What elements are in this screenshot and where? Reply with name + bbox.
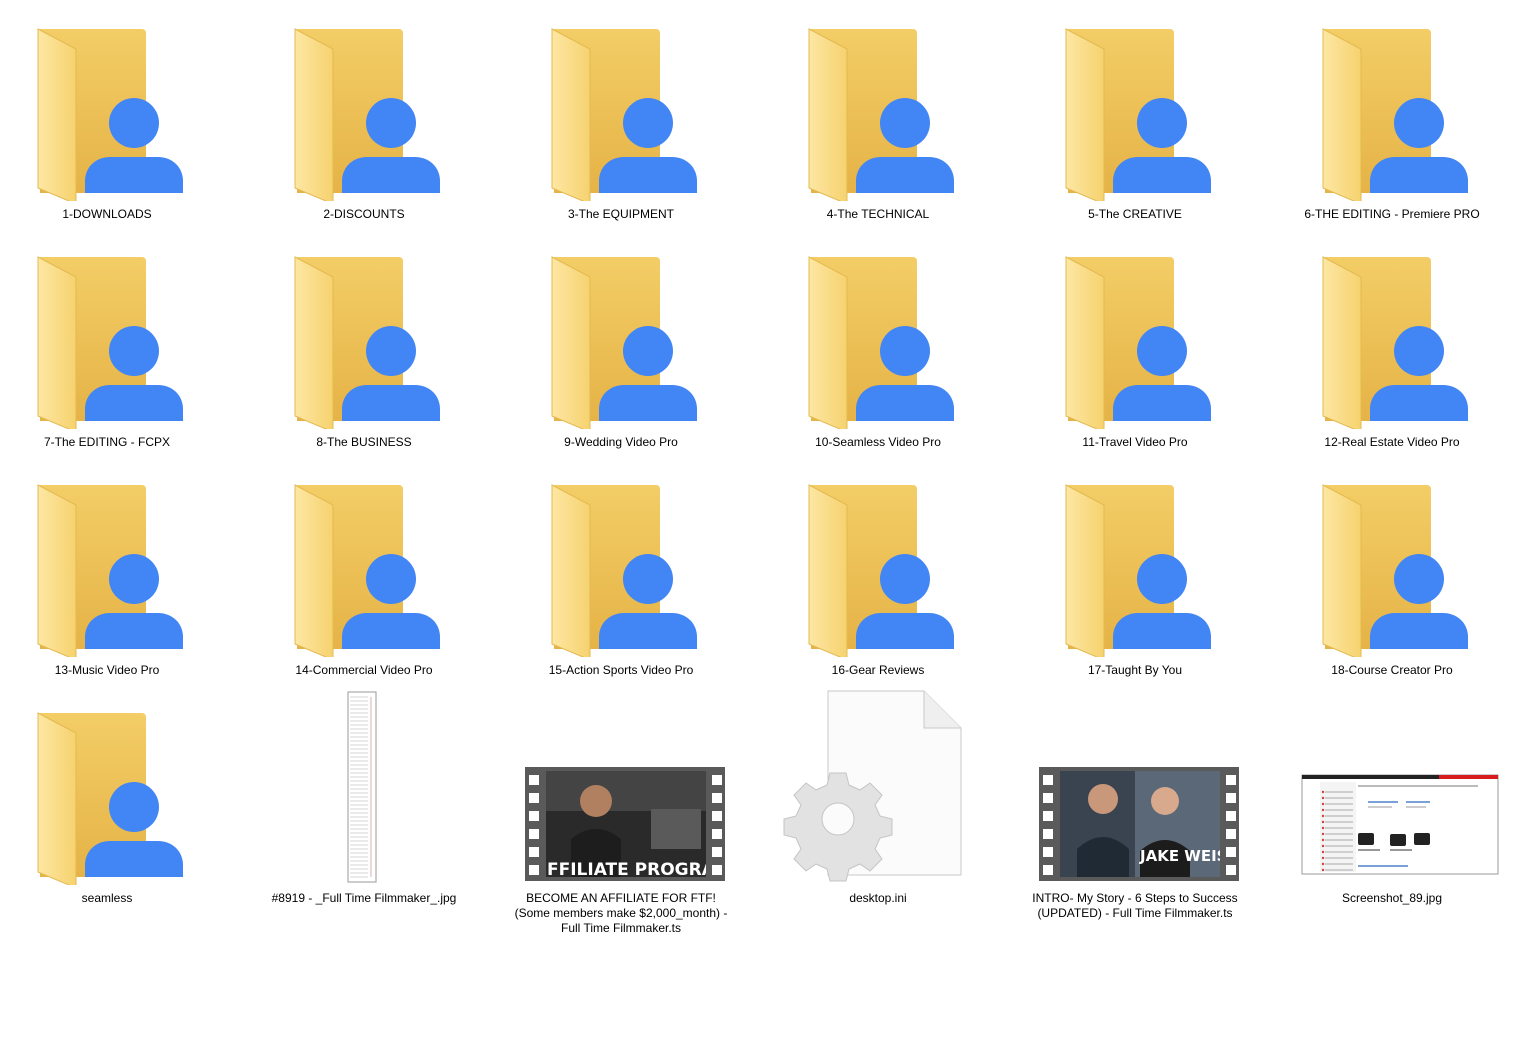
item-icon[interactable] <box>758 5 998 201</box>
item-label[interactable]: Screenshot_89.jpg <box>1282 891 1502 906</box>
item-label[interactable]: 2-DISCOUNTS <box>254 207 474 222</box>
item-icon[interactable] <box>244 5 484 201</box>
item-label[interactable]: 3-The EQUIPMENT <box>511 207 731 222</box>
item-icon[interactable] <box>0 689 227 885</box>
folder-item[interactable]: 14-Commercial Video Pro <box>244 461 484 689</box>
folder-user-icon <box>1065 256 1211 429</box>
folder-user-icon <box>808 28 954 201</box>
item-label[interactable]: 12-Real Estate Video Pro <box>1282 435 1502 450</box>
item-icon[interactable] <box>1015 461 1255 657</box>
screenshot-thumbnail-icon <box>1301 774 1499 875</box>
folder-item[interactable]: 5-The CREATIVE <box>1015 5 1255 233</box>
item-icon[interactable] <box>0 233 227 429</box>
item-icon[interactable] <box>1272 233 1512 429</box>
item-icon[interactable] <box>758 233 998 429</box>
folder-item[interactable]: 7-The EDITING - FCPX <box>0 233 227 461</box>
folder-user-icon <box>551 28 697 201</box>
file-item[interactable]: FFILIATE PROGRA BECOME AN AFFILIATE FOR … <box>501 689 741 935</box>
folder-item[interactable]: 15-Action Sports Video Pro <box>501 461 741 689</box>
folder-user-icon <box>37 712 183 885</box>
item-label[interactable]: seamless <box>0 891 217 906</box>
item-icon[interactable] <box>501 461 741 657</box>
folder-item[interactable]: 13-Music Video Pro <box>0 461 227 689</box>
item-label[interactable]: 16-Gear Reviews <box>768 663 988 678</box>
file-item[interactable]: desktop.ini <box>758 689 998 917</box>
item-label[interactable]: 9-Wedding Video Pro <box>511 435 731 450</box>
item-icon[interactable] <box>1272 689 1512 885</box>
item-icon[interactable] <box>501 5 741 201</box>
folder-item[interactable]: 10-Seamless Video Pro <box>758 233 998 461</box>
folder-user-icon <box>551 484 697 657</box>
item-icon[interactable] <box>244 689 484 885</box>
folder-user-icon <box>294 256 440 429</box>
item-icon[interactable]: FFILIATE PROGRA <box>501 689 741 885</box>
file-explorer-icon-grid: 1-DOWNLOADS 2-DISCOUNTS 3-The EQUIPMENT … <box>0 0 1530 1053</box>
folder-user-icon <box>808 484 954 657</box>
folder-item[interactable]: 8-The BUSINESS <box>244 233 484 461</box>
folder-item[interactable]: 3-The EQUIPMENT <box>501 5 741 233</box>
folder-item[interactable]: 6-THE EDITING - Premiere PRO <box>1272 5 1512 233</box>
folder-user-icon <box>1322 484 1468 657</box>
item-label[interactable]: INTRO- My Story - 6 Steps to Success (UP… <box>1025 891 1245 921</box>
item-label[interactable]: 4-The TECHNICAL <box>768 207 988 222</box>
item-label[interactable]: 8-The BUSINESS <box>254 435 474 450</box>
item-icon[interactable] <box>758 689 998 885</box>
item-icon[interactable] <box>244 461 484 657</box>
file-item[interactable]: JAKE WEISL INTRO- My Story - 6 Steps to … <box>1015 689 1255 920</box>
folder-user-icon <box>1065 484 1211 657</box>
folder-item[interactable]: 9-Wedding Video Pro <box>501 233 741 461</box>
folder-item[interactable]: 4-The TECHNICAL <box>758 5 998 233</box>
item-label[interactable]: 14-Commercial Video Pro <box>254 663 474 678</box>
folder-user-icon <box>294 484 440 657</box>
item-icon[interactable] <box>1015 233 1255 429</box>
item-label[interactable]: 7-The EDITING - FCPX <box>0 435 217 450</box>
file-item[interactable]: #8919 - _Full Time Filmmaker_.jpg <box>244 689 484 917</box>
item-label[interactable]: desktop.ini <box>768 891 988 906</box>
item-label[interactable]: #8919 - _Full Time Filmmaker_.jpg <box>254 891 474 906</box>
folder-user-icon <box>294 28 440 201</box>
folder-user-icon <box>1065 28 1211 201</box>
item-icon[interactable]: JAKE WEISL <box>1015 689 1255 885</box>
folder-item[interactable]: 17-Taught By You <box>1015 461 1255 689</box>
item-label[interactable]: 15-Action Sports Video Pro <box>511 663 731 678</box>
item-label[interactable]: BECOME AN AFFILIATE FOR FTF! (Some membe… <box>511 891 731 936</box>
item-icon[interactable] <box>1015 5 1255 201</box>
folder-item[interactable]: 18-Course Creator Pro <box>1272 461 1512 689</box>
item-icon[interactable] <box>1272 461 1512 657</box>
folder-user-icon <box>808 256 954 429</box>
folder-item[interactable]: 2-DISCOUNTS <box>244 5 484 233</box>
folder-item[interactable]: 11-Travel Video Pro <box>1015 233 1255 461</box>
item-label[interactable]: 11-Travel Video Pro <box>1025 435 1245 450</box>
folder-item[interactable]: seamless <box>0 689 227 917</box>
item-label[interactable]: 17-Taught By You <box>1025 663 1245 678</box>
folder-user-icon <box>1322 28 1468 201</box>
folder-item[interactable]: 16-Gear Reviews <box>758 461 998 689</box>
folder-user-icon <box>1322 256 1468 429</box>
folder-item[interactable]: 1-DOWNLOADS <box>0 5 227 233</box>
item-label[interactable]: 5-The CREATIVE <box>1025 207 1245 222</box>
item-icon[interactable] <box>758 461 998 657</box>
image-thumbnail-icon <box>347 691 377 883</box>
item-icon[interactable] <box>0 5 227 201</box>
video-thumbnail-icon: JAKE WEISL <box>1039 767 1239 881</box>
item-label[interactable]: 6-THE EDITING - Premiere PRO <box>1282 207 1502 222</box>
item-label[interactable]: 18-Course Creator Pro <box>1282 663 1502 678</box>
item-label[interactable]: 13-Music Video Pro <box>0 663 217 678</box>
svg-text:FFILIATE PROGRA: FFILIATE PROGRA <box>547 860 716 880</box>
item-icon[interactable] <box>501 233 741 429</box>
folder-user-icon <box>37 484 183 657</box>
item-icon[interactable] <box>1272 5 1512 201</box>
item-icon[interactable] <box>0 461 227 657</box>
folder-item[interactable]: 12-Real Estate Video Pro <box>1272 233 1512 461</box>
item-label[interactable]: 1-DOWNLOADS <box>0 207 217 222</box>
folder-user-icon <box>37 28 183 201</box>
item-label[interactable]: 10-Seamless Video Pro <box>768 435 988 450</box>
video-thumbnail-icon: FFILIATE PROGRA <box>525 767 725 881</box>
settings-file-icon <box>783 690 962 882</box>
file-item[interactable]: Screenshot_89.jpg <box>1272 689 1512 917</box>
item-icon[interactable] <box>244 233 484 429</box>
folder-user-icon <box>37 256 183 429</box>
folder-user-icon <box>551 256 697 429</box>
